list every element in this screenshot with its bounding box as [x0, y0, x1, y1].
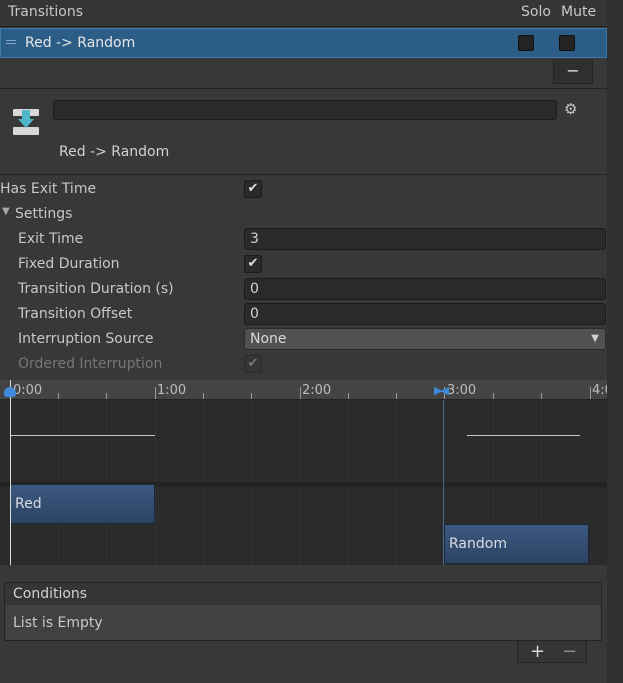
- settings-foldout-arrow-icon[interactable]: ▼: [2, 206, 10, 217]
- transition-icon: [12, 107, 40, 137]
- ruler-label: 1:00: [157, 383, 187, 398]
- interruption-source-label: Interruption Source: [18, 331, 154, 347]
- transitions-list-footer: [0, 59, 607, 84]
- exit-time-input[interactable]: 3: [244, 228, 606, 250]
- transition-handle-icon[interactable]: ▶◀: [434, 384, 449, 397]
- ruler-tick: [590, 387, 591, 399]
- solo-checkbox[interactable]: [518, 35, 534, 51]
- ordered-interruption-checkbox: ✔: [244, 355, 262, 373]
- ruler-tick: [541, 393, 542, 399]
- mute-checkbox[interactable]: [559, 35, 575, 51]
- dest-weight-curve: [467, 435, 580, 436]
- transition-end-marker: [443, 400, 444, 565]
- has-exit-time-checkbox[interactable]: ✔: [244, 180, 262, 198]
- ruler-tick: [396, 393, 397, 399]
- section-divider: [0, 88, 607, 89]
- ruler-tick: [493, 393, 494, 399]
- transitions-title: Transitions: [8, 4, 83, 20]
- ruler-tick: [300, 387, 301, 399]
- ruler-tick: [58, 393, 59, 399]
- ruler-label: 3:00: [447, 383, 477, 398]
- mute-column-header: Mute: [561, 4, 597, 20]
- conditions-header: Conditions: [4, 582, 602, 606]
- chevron-down-icon: ▼: [591, 333, 599, 344]
- drag-handle-icon[interactable]: [6, 40, 16, 46]
- fixed-duration-checkbox[interactable]: ✔: [244, 255, 262, 273]
- ruler-tick: [203, 393, 204, 399]
- transitions-list-header: Transitions Solo Mute: [0, 0, 607, 27]
- dest-clip-random[interactable]: Random: [444, 524, 589, 564]
- transition-duration-label: Transition Duration (s): [18, 281, 174, 297]
- source-weight-curve: [10, 435, 155, 436]
- playhead[interactable]: [10, 380, 11, 565]
- remove-condition-button[interactable]: −: [562, 641, 577, 663]
- transition-row-selected[interactable]: Red -> Random: [0, 28, 607, 58]
- ruler-label: 2:00: [302, 383, 332, 398]
- section-divider: [0, 174, 607, 175]
- ruler-label: 4:0: [592, 383, 607, 398]
- remove-transition-button[interactable]: −: [553, 59, 593, 84]
- gear-icon[interactable]: ⚙: [564, 100, 577, 118]
- conditions-empty-text: List is Empty: [4, 605, 602, 641]
- source-clip-red[interactable]: Red: [10, 484, 155, 524]
- exit-time-label: Exit Time: [18, 231, 84, 247]
- transition-offset-label: Transition Offset: [18, 306, 133, 322]
- playhead-handle-icon[interactable]: [4, 387, 16, 397]
- transition-row-label: Red -> Random: [25, 35, 136, 51]
- settings-foldout-label[interactable]: Settings: [15, 206, 72, 222]
- ordered-interruption-label: Ordered Interruption: [18, 356, 163, 372]
- ruler-tick: [348, 393, 349, 399]
- transition-name-input[interactable]: [53, 100, 557, 120]
- vertical-scrollbar[interactable]: [607, 0, 623, 683]
- solo-column-header: Solo: [521, 4, 551, 20]
- conditions-footer: + −: [517, 641, 587, 663]
- transition-offset-input[interactable]: 0: [244, 303, 606, 325]
- interruption-source-value: None: [250, 331, 287, 347]
- transition-duration-input[interactable]: 0: [244, 278, 606, 300]
- transition-timeline[interactable]: 0:00 1:00 2:00 3:00 4:0 Red Random ▶◀: [0, 380, 607, 565]
- ruler-label: 0:00: [13, 383, 43, 398]
- has-exit-time-label: Has Exit Time: [0, 181, 97, 197]
- timeline-ruler[interactable]: 0:00 1:00 2:00 3:00 4:0: [0, 380, 607, 400]
- interruption-source-dropdown[interactable]: None ▼: [244, 328, 606, 350]
- transition-subtitle: Red -> Random: [59, 144, 170, 160]
- ruler-tick: [251, 393, 252, 399]
- ruler-tick: [155, 387, 156, 399]
- add-condition-button[interactable]: +: [530, 641, 545, 663]
- fixed-duration-label: Fixed Duration: [18, 256, 120, 272]
- ruler-tick: [106, 393, 107, 399]
